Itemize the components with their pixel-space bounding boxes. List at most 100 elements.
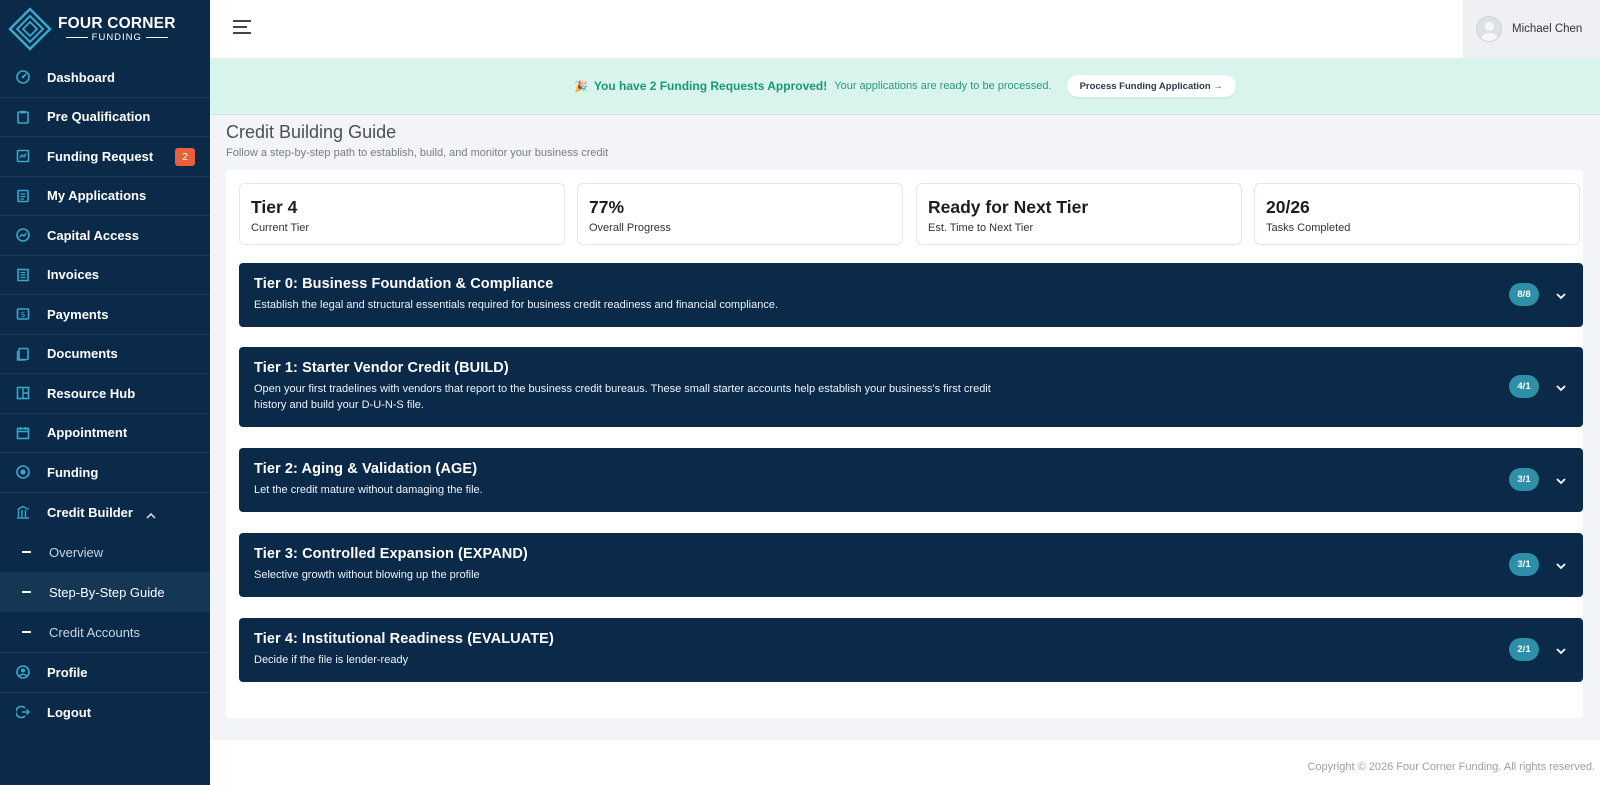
profile-icon bbox=[15, 664, 31, 680]
sidebar-item-label: Appointment bbox=[47, 425, 128, 441]
dashboard-icon bbox=[15, 69, 31, 85]
tier-0-accordion[interactable]: Tier 0: Business Foundation & Compliance… bbox=[239, 263, 1583, 327]
tier-3-accordion[interactable]: Tier 3: Controlled Expansion (EXPAND) Se… bbox=[239, 533, 1583, 597]
payments-icon: $ bbox=[15, 306, 31, 322]
sidebar-item-label: Dashboard bbox=[47, 69, 115, 85]
dash-icon bbox=[22, 551, 31, 553]
stat-tasks-completed: 20/26 Tasks Completed bbox=[1254, 183, 1580, 245]
sidebar-item-payments[interactable]: $ Payments bbox=[0, 295, 210, 335]
clipboard-icon bbox=[15, 109, 31, 125]
guide-card: Tier 4 Current Tier 77% Overall Progress… bbox=[226, 170, 1583, 718]
sidebar-item-my-applications[interactable]: My Applications bbox=[0, 177, 210, 216]
stat-value: 20/26 bbox=[1266, 197, 1310, 217]
tier-title: Tier 4: Institutional Readiness (EVALUAT… bbox=[254, 631, 554, 647]
logo-diamond-icon bbox=[8, 7, 52, 51]
sidebar-item-label: Logout bbox=[47, 704, 92, 720]
resource-hub-icon bbox=[15, 385, 31, 401]
sidebar-item-profile[interactable]: Profile bbox=[0, 653, 210, 693]
stat-value: 77% bbox=[589, 197, 625, 217]
menu-toggle-icon[interactable] bbox=[233, 20, 253, 36]
sidebar: FOUR CORNER FUNDING Dashboard Pre Qualif… bbox=[0, 0, 210, 785]
sidebar-item-label: Documents bbox=[47, 346, 118, 362]
tier-title: Tier 2: Aging & Validation (AGE) bbox=[254, 461, 478, 477]
sidebar-subitem-credit-accounts[interactable]: Credit Accounts bbox=[0, 612, 210, 652]
sidebar-item-capital-access[interactable]: Capital Access bbox=[0, 216, 210, 256]
tier-progress-badge: 4/1 bbox=[1509, 375, 1539, 398]
sidebar-item-label: Pre Qualification bbox=[47, 109, 151, 125]
tier-2-accordion[interactable]: Tier 2: Aging & Validation (AGE) Let the… bbox=[239, 448, 1583, 512]
tier-description: Establish the legal and structural essen… bbox=[254, 299, 779, 311]
tier-progress-badge: 8/8 bbox=[1509, 283, 1539, 306]
stat-est-time: Ready for Next Tier Est. Time to Next Ti… bbox=[916, 183, 1242, 245]
bank-icon bbox=[15, 504, 31, 520]
chevron-down-icon[interactable] bbox=[1555, 381, 1567, 393]
tier-description: Let the credit mature without damaging t… bbox=[254, 484, 483, 496]
funding-request-icon bbox=[15, 148, 31, 164]
stat-value: Tier 4 bbox=[251, 197, 298, 217]
banner-message: Your applications are ready to be proces… bbox=[834, 80, 1052, 92]
applications-icon bbox=[15, 188, 31, 204]
stat-overall-progress: 77% Overall Progress bbox=[577, 183, 903, 245]
sidebar-subitem-label: Step-By-Step Guide bbox=[49, 584, 165, 600]
sidebar-item-label: Profile bbox=[47, 664, 88, 680]
sidebar-item-label: Payments bbox=[47, 306, 109, 322]
chevron-down-icon[interactable] bbox=[1555, 474, 1567, 486]
tier-1-accordion[interactable]: Tier 1: Starter Vendor Credit (BUILD) Op… bbox=[239, 347, 1583, 427]
documents-icon bbox=[15, 346, 31, 362]
funding-request-count-badge: 2 bbox=[175, 148, 195, 166]
sidebar-nav: Dashboard Pre Qualification Funding Requ… bbox=[0, 58, 210, 532]
banner-headline: You have 2 Funding Requests Approved! bbox=[593, 79, 828, 93]
sidebar-item-label: My Applications bbox=[47, 188, 147, 204]
sidebar-item-label: Funding bbox=[47, 464, 99, 480]
sidebar-item-pre-qualification[interactable]: Pre Qualification bbox=[0, 98, 210, 137]
sidebar-subitem-overview[interactable]: Overview bbox=[0, 532, 210, 572]
coin-icon bbox=[15, 464, 31, 480]
sidebar-subitem-step-by-step-guide[interactable]: Step-By-Step Guide bbox=[0, 572, 210, 612]
credit-builder-submenu: Overview Step-By-Step Guide Credit Accou… bbox=[0, 532, 210, 653]
tier-progress-badge: 3/1 bbox=[1509, 468, 1539, 491]
tier-description: Decide if the file is lender-ready bbox=[254, 654, 409, 666]
sidebar-item-documents[interactable]: Documents bbox=[0, 335, 210, 374]
chevron-down-icon[interactable] bbox=[1555, 559, 1567, 571]
sidebar-subitem-label: Credit Accounts bbox=[49, 624, 141, 640]
logout-icon bbox=[15, 704, 31, 720]
sidebar-item-funding[interactable]: Funding bbox=[0, 453, 210, 493]
sidebar-item-dashboard[interactable]: Dashboard bbox=[0, 58, 210, 98]
dash-icon bbox=[22, 591, 31, 593]
tier-description: Open your first tradelines with vendors … bbox=[254, 383, 991, 411]
stat-caption: Est. Time to Next Tier bbox=[928, 222, 1034, 234]
brand-logo[interactable]: FOUR CORNER FUNDING bbox=[0, 0, 210, 58]
sidebar-item-label: Invoices bbox=[47, 267, 100, 283]
sidebar-nav-bottom: Profile Logout bbox=[0, 653, 210, 732]
tier-title: Tier 3: Controlled Expansion (EXPAND) bbox=[254, 546, 528, 562]
process-funding-application-button[interactable]: Process Funding Application → bbox=[1066, 75, 1236, 97]
chevron-up-icon[interactable] bbox=[146, 507, 156, 525]
dash-icon bbox=[22, 631, 31, 633]
stat-current-tier: Tier 4 Current Tier bbox=[239, 183, 565, 245]
sidebar-item-funding-request[interactable]: Funding Request 2 bbox=[0, 137, 210, 177]
sidebar-subitem-label: Overview bbox=[49, 544, 104, 560]
sidebar-item-resource-hub[interactable]: Resource Hub bbox=[0, 374, 210, 414]
sidebar-item-appointment[interactable]: Appointment bbox=[0, 414, 210, 453]
tier-title: Tier 1: Starter Vendor Credit (BUILD) bbox=[254, 360, 509, 376]
chevron-down-icon[interactable] bbox=[1555, 289, 1567, 301]
approval-banner: 🎉 You have 2 Funding Requests Approved! … bbox=[210, 58, 1600, 115]
tier-description: Selective growth without blowing up the … bbox=[254, 569, 480, 581]
sidebar-item-label: Capital Access bbox=[47, 227, 140, 243]
chevron-down-icon[interactable] bbox=[1555, 644, 1567, 656]
topbar: Michael Chen bbox=[210, 0, 1600, 58]
user-menu[interactable]: Michael Chen bbox=[1463, 0, 1600, 58]
brand-title: FOUR CORNER bbox=[58, 14, 176, 32]
tier-4-accordion[interactable]: Tier 4: Institutional Readiness (EVALUAT… bbox=[239, 618, 1583, 682]
sidebar-item-credit-builder[interactable]: Credit Builder bbox=[0, 493, 210, 533]
chart-icon bbox=[15, 227, 31, 243]
stat-caption: Current Tier bbox=[251, 222, 310, 234]
sidebar-item-label: Credit Builder bbox=[47, 504, 133, 520]
brand-subtitle: FUNDING bbox=[91, 31, 142, 43]
sidebar-item-invoices[interactable]: Invoices bbox=[0, 256, 210, 295]
party-popper-icon: 🎉 bbox=[574, 80, 588, 93]
calendar-icon bbox=[15, 425, 31, 441]
svg-text:$: $ bbox=[20, 310, 25, 319]
avatar bbox=[1476, 16, 1502, 42]
sidebar-item-logout[interactable]: Logout bbox=[0, 693, 210, 733]
